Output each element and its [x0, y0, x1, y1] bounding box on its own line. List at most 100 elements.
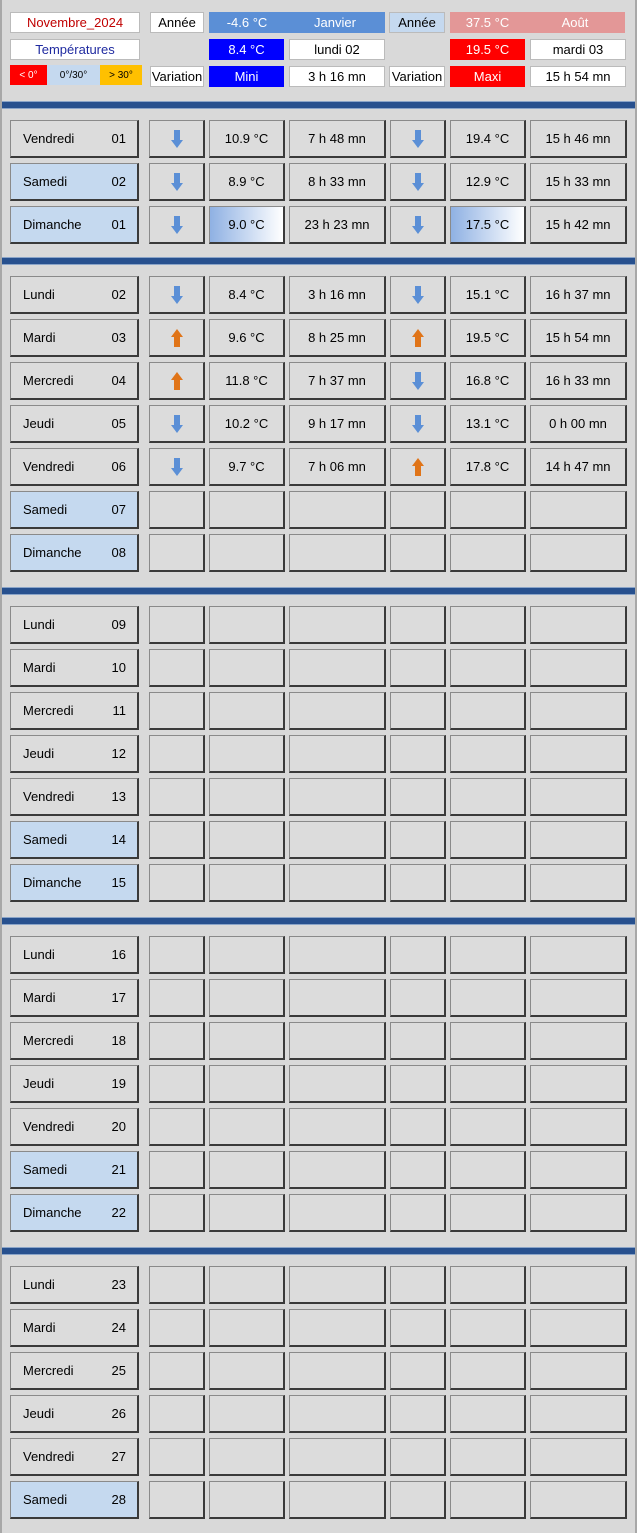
max-temp-cell[interactable]: 16.8 °C — [450, 362, 526, 400]
max-variation-cell[interactable] — [390, 163, 446, 201]
min-variation-cell[interactable] — [149, 491, 205, 529]
day-cell[interactable]: Dimanche 01 — [10, 206, 139, 244]
day-cell[interactable]: Lundi 16 — [10, 936, 139, 974]
min-variation-cell[interactable] — [149, 534, 205, 572]
min-temp-cell[interactable] — [209, 778, 285, 816]
min-temp-cell[interactable] — [209, 1108, 285, 1146]
max-variation-cell[interactable] — [390, 1266, 446, 1304]
min-time-cell[interactable] — [289, 778, 386, 816]
max-variation-cell[interactable] — [390, 735, 446, 773]
day-cell[interactable]: Vendredi 20 — [10, 1108, 139, 1146]
max-variation-cell[interactable] — [390, 1108, 446, 1146]
max-time-cell[interactable] — [530, 1151, 627, 1189]
max-temp-cell[interactable]: 17.8 °C — [450, 448, 526, 486]
min-temp-cell[interactable] — [209, 1481, 285, 1519]
max-variation-cell[interactable] — [390, 692, 446, 730]
min-time-cell[interactable]: 8 h 33 mn — [289, 163, 386, 201]
min-variation-cell[interactable] — [149, 1108, 205, 1146]
min-variation-cell[interactable] — [149, 1438, 205, 1476]
day-cell[interactable]: Samedi 02 — [10, 163, 139, 201]
max-time-cell[interactable] — [530, 1438, 627, 1476]
min-temp-cell[interactable] — [209, 936, 285, 974]
min-temp-cell[interactable] — [209, 1395, 285, 1433]
min-time-cell[interactable]: 23 h 23 mn — [289, 206, 386, 244]
min-temp-cell[interactable]: 11.8 °C — [209, 362, 285, 400]
max-variation-cell[interactable] — [390, 1438, 446, 1476]
max-time-cell[interactable]: 15 h 46 mn — [530, 120, 627, 158]
min-temp-cell[interactable] — [209, 1438, 285, 1476]
max-temp-cell[interactable] — [450, 1151, 526, 1189]
min-variation-cell[interactable] — [149, 405, 205, 443]
day-cell[interactable]: Vendredi 13 — [10, 778, 139, 816]
day-cell[interactable]: Mardi 17 — [10, 979, 139, 1017]
max-temp-cell[interactable] — [450, 649, 526, 687]
max-variation-cell[interactable] — [390, 1481, 446, 1519]
max-variation-cell[interactable] — [390, 319, 446, 357]
min-time-cell[interactable] — [289, 864, 386, 902]
max-variation-cell[interactable] — [390, 362, 446, 400]
day-cell[interactable]: Vendredi 01 — [10, 120, 139, 158]
max-time-cell[interactable] — [530, 936, 627, 974]
max-temp-cell[interactable] — [450, 1194, 526, 1232]
day-cell[interactable]: Samedi 14 — [10, 821, 139, 859]
min-temp-cell[interactable] — [209, 1065, 285, 1103]
max-variation-cell[interactable] — [390, 1194, 446, 1232]
day-cell[interactable]: Samedi 21 — [10, 1151, 139, 1189]
min-variation-cell[interactable] — [149, 692, 205, 730]
max-temp-cell[interactable]: 19.5 °C — [450, 319, 526, 357]
min-time-cell[interactable]: 7 h 37 mn — [289, 362, 386, 400]
min-variation-cell[interactable] — [149, 206, 205, 244]
day-cell[interactable]: Mercredi 25 — [10, 1352, 139, 1390]
day-cell[interactable]: Mardi 10 — [10, 649, 139, 687]
max-temp-cell[interactable] — [450, 864, 526, 902]
max-temp-cell[interactable] — [450, 491, 526, 529]
max-variation-cell[interactable] — [390, 1309, 446, 1347]
min-time-cell[interactable]: 7 h 48 mn — [289, 120, 386, 158]
max-time-cell[interactable] — [530, 649, 627, 687]
min-temp-cell[interactable] — [209, 1151, 285, 1189]
min-variation-cell[interactable] — [149, 821, 205, 859]
min-temp-cell[interactable]: 9.6 °C — [209, 319, 285, 357]
max-time-cell[interactable] — [530, 1309, 627, 1347]
max-time-cell[interactable]: 15 h 54 mn — [530, 319, 627, 357]
min-time-cell[interactable] — [289, 1022, 386, 1060]
max-variation-cell[interactable] — [390, 1151, 446, 1189]
min-variation-cell[interactable] — [149, 979, 205, 1017]
max-temp-cell[interactable]: 17.5 °C — [450, 206, 526, 244]
day-cell[interactable]: Mercredi 18 — [10, 1022, 139, 1060]
min-variation-cell[interactable] — [149, 1395, 205, 1433]
min-time-cell[interactable] — [289, 491, 386, 529]
day-cell[interactable]: Samedi 28 — [10, 1481, 139, 1519]
max-variation-cell[interactable] — [390, 1022, 446, 1060]
min-variation-cell[interactable] — [149, 1194, 205, 1232]
min-time-cell[interactable] — [289, 1481, 386, 1519]
day-cell[interactable]: Mardi 03 — [10, 319, 139, 357]
min-temp-cell[interactable]: 10.9 °C — [209, 120, 285, 158]
max-variation-cell[interactable] — [390, 1065, 446, 1103]
max-temp-cell[interactable] — [450, 606, 526, 644]
max-variation-cell[interactable] — [390, 448, 446, 486]
max-variation-cell[interactable] — [390, 1395, 446, 1433]
max-variation-cell[interactable] — [390, 778, 446, 816]
min-variation-cell[interactable] — [149, 606, 205, 644]
max-temp-cell[interactable] — [450, 1438, 526, 1476]
max-variation-cell[interactable] — [390, 120, 446, 158]
max-time-cell[interactable] — [530, 1108, 627, 1146]
max-time-cell[interactable]: 15 h 42 mn — [530, 206, 627, 244]
min-temp-cell[interactable]: 8.9 °C — [209, 163, 285, 201]
min-variation-cell[interactable] — [149, 319, 205, 357]
max-time-cell[interactable] — [530, 979, 627, 1017]
min-time-cell[interactable] — [289, 1108, 386, 1146]
min-temp-cell[interactable]: 9.0 °C — [209, 206, 285, 244]
max-temp-cell[interactable] — [450, 1481, 526, 1519]
min-temp-cell[interactable] — [209, 1352, 285, 1390]
min-temp-cell[interactable]: 9.7 °C — [209, 448, 285, 486]
min-variation-cell[interactable] — [149, 276, 205, 314]
max-temp-cell[interactable] — [450, 936, 526, 974]
day-cell[interactable]: Mercredi 11 — [10, 692, 139, 730]
max-variation-cell[interactable] — [390, 405, 446, 443]
max-variation-cell[interactable] — [390, 534, 446, 572]
max-variation-cell[interactable] — [390, 936, 446, 974]
max-temp-cell[interactable] — [450, 534, 526, 572]
max-temp-cell[interactable]: 15.1 °C — [450, 276, 526, 314]
